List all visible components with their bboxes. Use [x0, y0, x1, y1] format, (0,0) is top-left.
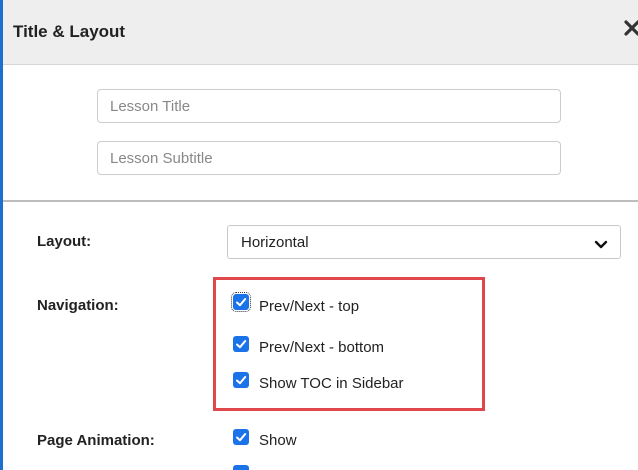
- lesson-title-input[interactable]: [97, 89, 561, 123]
- checkbox-partial-next[interactable]: [233, 465, 249, 470]
- check-icon: [236, 376, 247, 385]
- checkbox-label-show-toc: Show TOC in Sidebar: [259, 375, 404, 392]
- page-animation-label: Page Animation:: [37, 432, 155, 449]
- navigation-label: Navigation:: [37, 297, 119, 314]
- checkbox-label-prev-next-bottom: Prev/Next - bottom: [259, 339, 385, 356]
- dialog-title: Title & Layout: [13, 22, 126, 41]
- checkbox-label-prev-next-top: Prev/Next - top: [259, 298, 360, 315]
- layout-selected-value: Horizontal: [241, 234, 309, 251]
- lesson-subtitle-input[interactable]: [97, 141, 561, 175]
- checkbox-show-animation[interactable]: [233, 429, 249, 445]
- check-icon: [236, 340, 247, 349]
- checkbox-prev-next-top[interactable]: [231, 292, 251, 312]
- checkbox-label-show-animation: Show: [259, 432, 297, 449]
- close-icon-glyph: [624, 20, 638, 36]
- check-icon: [236, 433, 247, 442]
- checkbox-show-toc[interactable]: [233, 372, 249, 388]
- close-icon[interactable]: [623, 19, 638, 41]
- section-divider: [3, 200, 638, 202]
- checkbox-prev-next-bottom[interactable]: [233, 336, 249, 352]
- dialog-header: Title & Layout: [3, 0, 638, 65]
- chevron-down-icon: [594, 237, 608, 255]
- title-layout-dialog: Title & Layout Layout: Horizontal Naviga…: [0, 0, 638, 470]
- layout-select[interactable]: Horizontal: [227, 225, 621, 259]
- layout-label: Layout:: [37, 233, 92, 250]
- window-frame-edge: [0, 0, 3, 470]
- check-icon: [236, 298, 247, 307]
